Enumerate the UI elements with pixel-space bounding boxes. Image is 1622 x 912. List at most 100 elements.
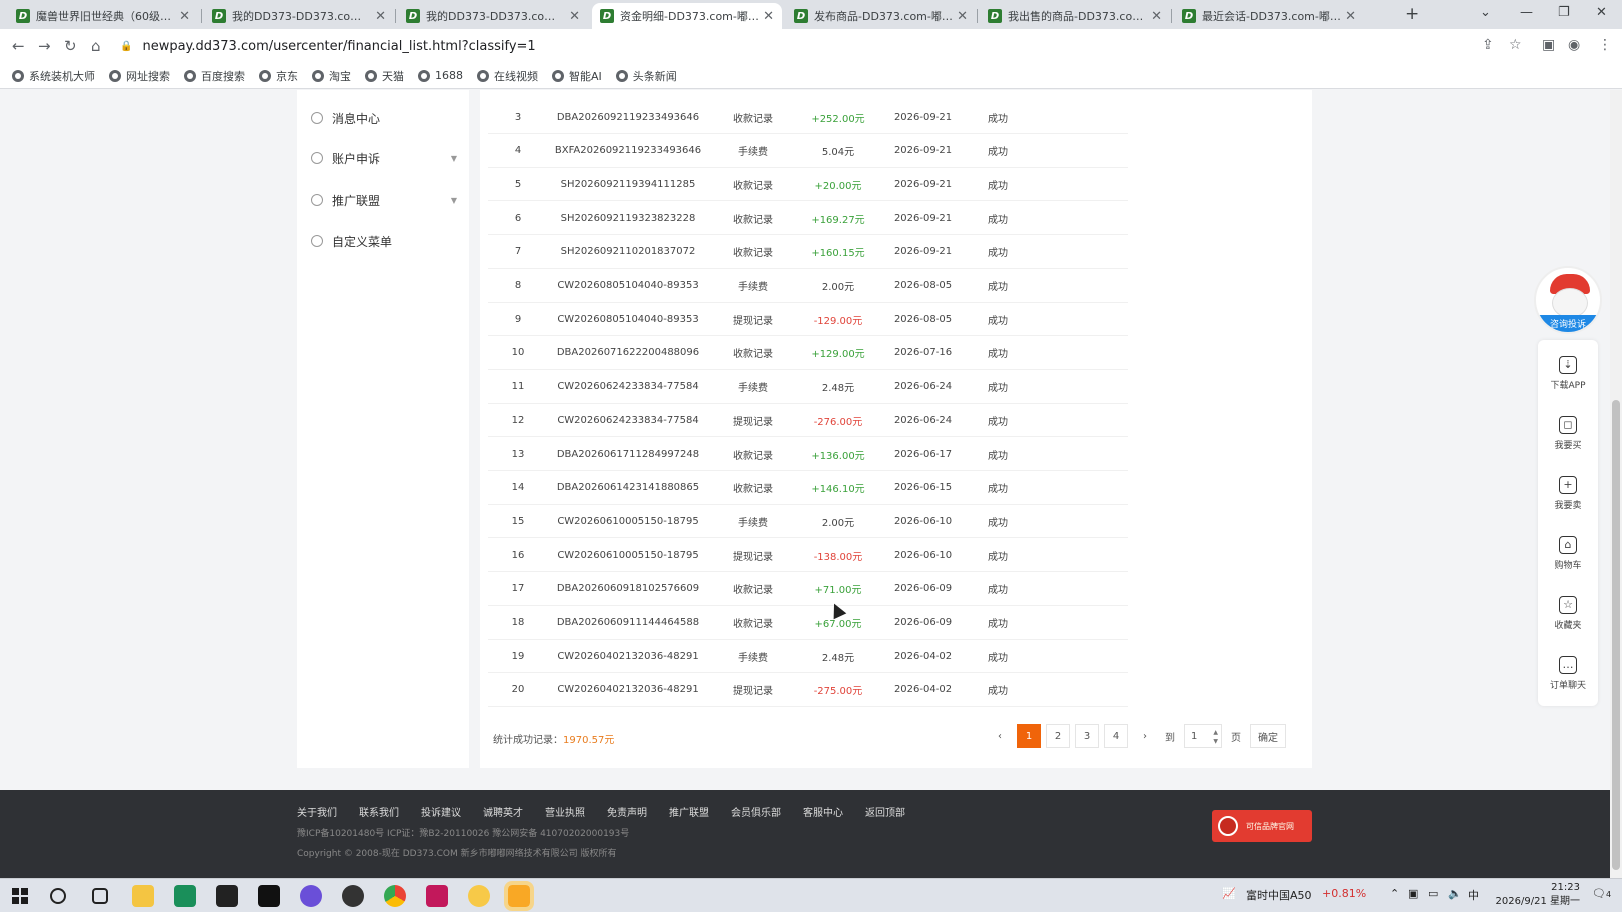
browser-tab[interactable]: D 我的DD373-DD373.com-嘟嘟…✕ (398, 3, 588, 29)
app-g-icon[interactable] (216, 885, 238, 907)
chrome-icon[interactable] (384, 885, 406, 907)
stock-name[interactable]: 富时中国A50 (1246, 887, 1312, 903)
float-plus-circle-button[interactable]: + 我要卖 (1538, 468, 1598, 518)
footer-link[interactable]: 会员俱乐部 (731, 804, 781, 819)
record-type: 收款记录 (733, 248, 773, 260)
sidebar-item[interactable]: 消息中心 (311, 108, 457, 128)
sidebar-item[interactable]: 推广联盟 ▼ (311, 190, 457, 210)
page-scrollbar[interactable] (1610, 90, 1622, 878)
bookmark-item[interactable]: 淘宝 (312, 68, 351, 84)
system-clock[interactable]: 21:23 2026/9/21 星期一 (1460, 881, 1580, 909)
sidepanel-icon[interactable]: ▣ (1542, 37, 1555, 53)
footer-link[interactable]: 联系我们 (359, 804, 399, 819)
home-icon[interactable]: ⌂ (91, 37, 101, 55)
close-icon[interactable]: ✕ (1341, 9, 1356, 24)
tab-search-icon[interactable]: ⌄ (1480, 5, 1491, 20)
tray-app-icon[interactable]: ▣ (1408, 887, 1418, 900)
app-active-icon[interactable] (504, 881, 534, 911)
reload-icon[interactable]: ↻ (64, 37, 77, 55)
url-field[interactable]: 🔒 newpay.dd373.com/usercenter/financial_… (120, 34, 1470, 58)
file-explorer-icon[interactable] (132, 885, 154, 907)
float-bag-button[interactable]: ◻ 我要买 (1538, 408, 1598, 458)
browser-tab[interactable]: D 资金明细-DD373.com-嘟嘟网…✕ (592, 3, 782, 29)
record-status: 成功 (988, 484, 1008, 496)
close-icon[interactable]: ✕ (1147, 9, 1162, 24)
support-mascot[interactable]: 咨询投诉 (1534, 266, 1602, 334)
close-icon[interactable]: ✕ (565, 9, 580, 24)
browser-tab[interactable]: D 我出售的商品-DD373.com-嘟…✕ (980, 3, 1170, 29)
close-icon[interactable]: ✕ (759, 9, 774, 24)
bookmark-item[interactable]: 天猫 (365, 68, 404, 84)
chevron-down-icon[interactable]: ▼ (451, 154, 457, 163)
record-status: 成功 (988, 282, 1008, 293)
bookmark-item[interactable]: 系统装机大师 (12, 68, 95, 84)
footer-link[interactable]: 营业执照 (545, 804, 585, 819)
chevron-down-icon[interactable]: ▼ (451, 196, 457, 205)
search-icon[interactable] (50, 888, 66, 904)
app-purple-icon[interactable] (300, 885, 322, 907)
footer-link[interactable]: 推广联盟 (669, 804, 709, 819)
sidebar-item[interactable]: 自定义菜单 (311, 231, 457, 251)
page-1-button[interactable]: 1 (1017, 724, 1041, 748)
minimize-button[interactable]: — (1520, 5, 1533, 20)
spinner-icon[interactable]: ▲ ▼ (1213, 728, 1218, 746)
record-type: 收款记录 (733, 484, 773, 496)
next-page-button[interactable]: › (1133, 724, 1157, 748)
browser-tab[interactable]: D 我的DD373-DD373.com-嘟嘟…✕ (204, 3, 394, 29)
stock-chart-icon[interactable]: 📈 (1222, 887, 1236, 900)
tiktok-icon[interactable] (258, 885, 280, 907)
network-icon[interactable]: ▭ (1428, 887, 1438, 900)
menu-icon[interactable]: ⋮ (1598, 37, 1612, 53)
float-cart-button[interactable]: ⌂ 购物车 (1538, 528, 1598, 578)
confirm-page-button[interactable]: 确定 (1250, 724, 1286, 748)
windows-start-icon[interactable] (12, 888, 28, 904)
bookmark-item[interactable]: 京东 (259, 68, 298, 84)
footer-link[interactable]: 诚聘英才 (483, 804, 523, 819)
seal-icon (1218, 816, 1238, 836)
bookmark-item[interactable]: 智能AI (552, 68, 602, 84)
sidebar-item[interactable]: 账户申诉 ▼ (311, 148, 457, 168)
close-icon[interactable]: ✕ (371, 9, 386, 24)
record-date: 2026-04-02 (893, 650, 953, 662)
browser-tab[interactable]: D 魔兽世界旧世经典（60级）游…✕ (8, 3, 198, 29)
footer-link[interactable]: 免责声明 (607, 804, 647, 819)
prev-page-button[interactable]: ‹ (988, 724, 1012, 748)
maximize-button[interactable]: ❐ (1558, 5, 1570, 20)
close-window-button[interactable]: ✕ (1596, 5, 1607, 20)
back-icon[interactable]: ← (12, 37, 25, 55)
app-red-icon[interactable] (426, 885, 448, 907)
task-view-icon[interactable] (92, 888, 108, 904)
share-icon[interactable]: ⇪ (1482, 37, 1494, 53)
bookmark-item[interactable]: 头条新闻 (615, 68, 677, 84)
app-yellow-icon[interactable] (468, 885, 490, 907)
bookmark-item[interactable]: 网址搜索 (109, 68, 170, 84)
footer-link[interactable]: 关于我们 (297, 804, 337, 819)
tray-expand-icon[interactable]: ⌃ (1390, 887, 1399, 900)
qq-icon[interactable] (342, 885, 364, 907)
float-star-button[interactable]: ☆ 收藏夹 (1538, 588, 1598, 638)
float-chat-button[interactable]: … 订单聊天 (1538, 648, 1598, 698)
close-icon[interactable]: ✕ (953, 9, 968, 24)
close-icon[interactable]: ✕ (175, 9, 190, 24)
goto-page-input[interactable]: 1 ▲ ▼ (1184, 724, 1222, 748)
profile-icon[interactable]: ◉ (1568, 37, 1580, 53)
browser-tab[interactable]: D 发布商品-DD373.com-嘟嘟网…✕ (786, 3, 976, 29)
trusted-brand-badge[interactable]: 可信品牌官网 (1212, 810, 1312, 842)
page-3-button[interactable]: 3 (1075, 724, 1099, 748)
forward-icon[interactable]: → (38, 37, 51, 55)
footer-link[interactable]: 投诉建议 (421, 804, 461, 819)
app-green-icon[interactable] (174, 885, 196, 907)
new-tab-button[interactable]: + (1405, 4, 1419, 24)
bookmark-item[interactable]: 在线视频 (477, 68, 538, 84)
float-download-button[interactable]: ⇣ 下载APP (1538, 348, 1598, 398)
page-2-button[interactable]: 2 (1046, 724, 1070, 748)
bookmark-star-icon[interactable]: ☆ (1509, 37, 1522, 53)
notification-icon[interactable]: 🗨4 (1592, 887, 1611, 900)
footer-link[interactable]: 客服中心 (803, 804, 843, 819)
page-4-button[interactable]: 4 (1104, 724, 1128, 748)
browser-tab[interactable]: D 最近会话-DD373.com-嘟嘟网…✕ (1174, 3, 1364, 29)
bookmark-item[interactable]: 1688 (418, 69, 463, 82)
footer-link[interactable]: 返回顶部 (865, 804, 905, 819)
bookmark-item[interactable]: 百度搜索 (184, 68, 245, 84)
scroll-thumb[interactable] (1612, 400, 1620, 870)
